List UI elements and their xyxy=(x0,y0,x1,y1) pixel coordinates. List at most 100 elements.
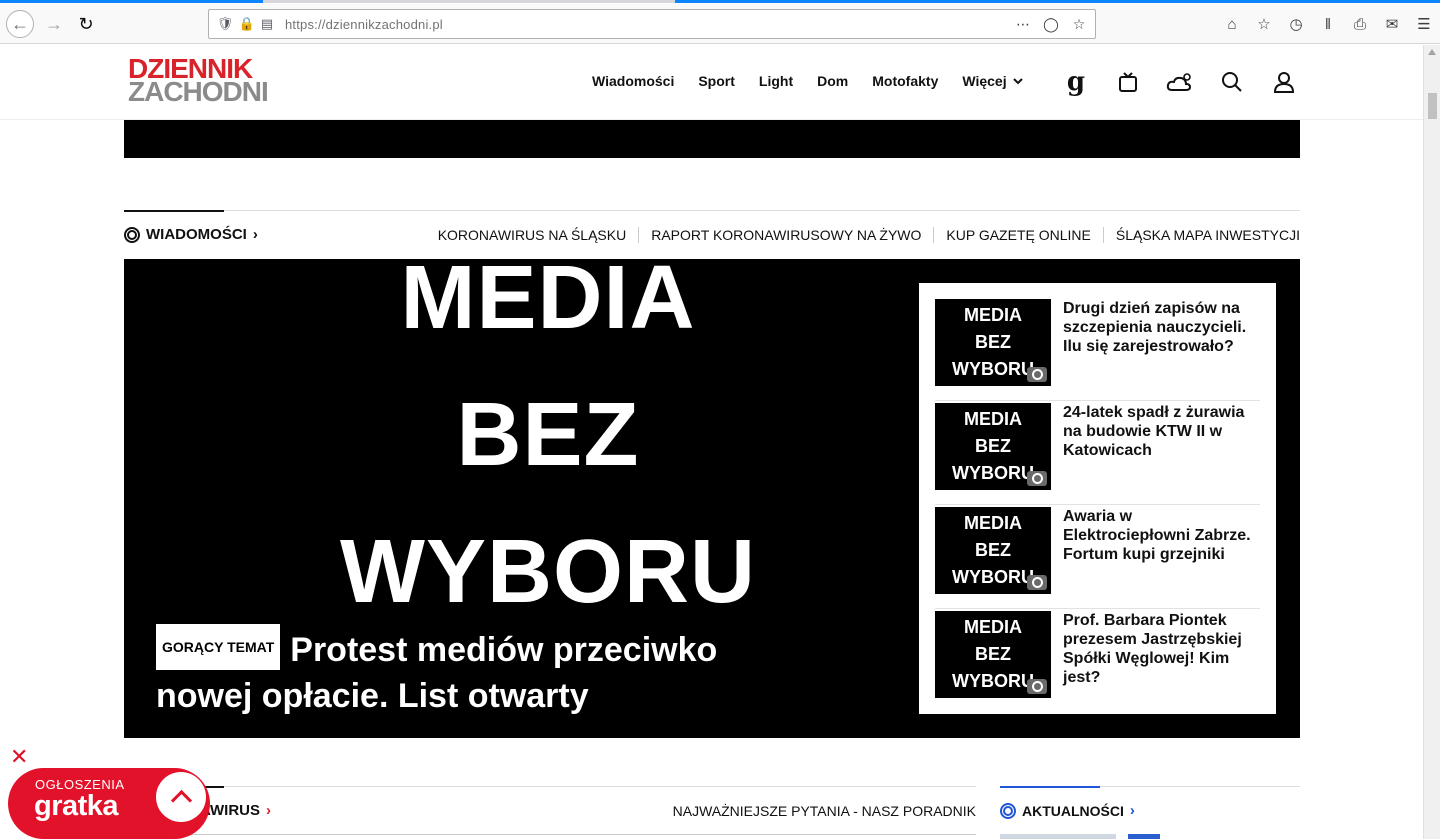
thumb-word: MEDIA xyxy=(964,409,1022,429)
hero-caption[interactable]: GORĄCY TEMAT Protest mediów przeciwko now… xyxy=(156,624,756,717)
mail-icon[interactable]: ✉ xyxy=(1376,12,1408,36)
library-icon[interactable]: ‖ xyxy=(1312,12,1344,36)
article-title[interactable]: Prof. Barbara Piontek prezesem Jastrzębs… xyxy=(1063,611,1263,687)
url-text[interactable]: https://dziennikzachodni.pl xyxy=(285,17,443,32)
content-edge xyxy=(124,834,976,839)
thumb-word: BEZ xyxy=(975,540,1011,560)
chevron-down-icon xyxy=(1012,78,1023,85)
gratka-brand: gratka xyxy=(34,790,119,822)
section-link[interactable]: KUP GAZETĘ ONLINE xyxy=(933,227,1102,243)
active-tab[interactable] xyxy=(263,0,675,3)
side-articles: MEDIA BEZ WYBORU Drugi dzień zapisów na … xyxy=(919,283,1276,714)
hero-image-word: BEZ xyxy=(456,385,640,485)
tab-indicator[interactable] xyxy=(0,0,263,3)
main-nav: Wiadomości Sport Light Dom Motofakty Wię… xyxy=(592,73,1047,89)
section-title[interactable]: WIADOMOŚCI › xyxy=(124,226,258,243)
thumb-word: MEDIA xyxy=(964,513,1022,533)
lock-icon[interactable]: 🔒 xyxy=(237,14,257,34)
bookmark-star-icon[interactable]: ☆ xyxy=(1069,14,1089,34)
section-title-label: AKTUALNOŚCI xyxy=(1022,802,1124,819)
section-title-label: WIADOMOŚCI xyxy=(146,226,247,243)
section-link[interactable]: RAPORT KORONAWIRUSOWY NA ŻYWO xyxy=(638,227,933,243)
nav-item-motofakty[interactable]: Motofakty xyxy=(872,73,938,89)
browser-toolbar: ← → ↻ 🛡 🔒 ▤ https://dziennikzachodni.pl … xyxy=(0,4,1440,44)
permissions-icon[interactable]: ▤ xyxy=(257,14,277,34)
home-icon[interactable]: ⌂ xyxy=(1216,12,1248,36)
section-link[interactable]: ŚLĄSKA MAPA INWESTYCJI xyxy=(1102,227,1300,243)
section-divider xyxy=(124,786,976,787)
print-icon[interactable]: ⎙ xyxy=(1344,12,1376,36)
thumb-word: BEZ xyxy=(975,436,1011,456)
nav-item-more[interactable]: Więcej xyxy=(962,73,1023,89)
site-logo[interactable]: DZIENNIK ZACHODNI xyxy=(128,55,269,107)
article-title[interactable]: 24-latek spadł z żurawia na budowie KTW … xyxy=(1063,403,1263,460)
logo-line-2: ZACHODNI xyxy=(128,75,269,107)
nav-item-light[interactable]: Light xyxy=(759,73,793,89)
target-icon xyxy=(124,226,140,243)
site-header: DZIENNIK ZACHODNI Wiadomości Sport Light… xyxy=(0,45,1423,120)
list-item[interactable]: MEDIA BEZ WYBORU Prof. Barbara Piontek p… xyxy=(935,609,1260,713)
thumb-word: MEDIA xyxy=(964,617,1022,637)
chevron-right-icon: › xyxy=(252,226,258,243)
article-thumbnail[interactable]: MEDIA BEZ WYBORU xyxy=(935,507,1051,594)
tab-indicator[interactable] xyxy=(675,0,1440,3)
g-logo-icon[interactable]: g xyxy=(1050,67,1102,97)
reload-button[interactable]: ↻ xyxy=(72,10,100,38)
nav-item-wiadomosci[interactable]: Wiadomości xyxy=(592,73,674,89)
camera-icon xyxy=(1027,471,1047,486)
section-title-aktualnosci[interactable]: AKTUALNOŚCI › xyxy=(1000,802,1135,819)
hero-article[interactable]: MEDIA BEZ WYBORU GORĄCY TEMAT Protest med… xyxy=(124,259,1300,738)
search-icon[interactable] xyxy=(1206,67,1258,97)
section-link[interactable]: NAJWAŻNIEJSZE PYTANIA - NASZ PORADNIK xyxy=(673,803,976,819)
hero-image-word: WYBORU xyxy=(340,522,756,622)
list-item[interactable]: MEDIA BEZ WYBORU Awaria w Elektrociepłow… xyxy=(935,505,1260,609)
back-button[interactable]: ← xyxy=(6,10,34,38)
article-thumbnail[interactable] xyxy=(1000,834,1116,839)
section-link[interactable]: KORONAWIRUS NA ŚLĄSKU xyxy=(426,227,639,243)
thumb-word: MEDIA xyxy=(964,305,1022,325)
list-item[interactable]: MEDIA BEZ WYBORU Drugi dzień zapisów na … xyxy=(935,297,1260,401)
section-links: KORONAWIRUS NA ŚLĄSKU RAPORT KORONAWIRUS… xyxy=(426,227,1300,243)
chevron-right-icon: › xyxy=(1129,802,1135,819)
nav-item-dom[interactable]: Dom xyxy=(817,73,848,89)
article-thumbnail[interactable]: MEDIA BEZ WYBORU xyxy=(935,403,1051,490)
close-icon[interactable]: ✕ xyxy=(10,744,28,770)
scroll-to-top-icon[interactable] xyxy=(156,772,206,822)
article-thumbnail[interactable] xyxy=(1128,834,1160,839)
article-title[interactable]: Awaria w Elektrociepłowni Zabrze. Fortum… xyxy=(1063,507,1263,564)
pocket-icon[interactable]: ◯ xyxy=(1041,14,1061,34)
weather-icon[interactable] xyxy=(1154,67,1206,97)
article-thumbnail[interactable]: MEDIA BEZ WYBORU xyxy=(935,299,1051,386)
scroll-up-arrow-icon[interactable] xyxy=(1428,49,1436,55)
article-title[interactable]: Drugi dzień zapisów na szczepienia naucz… xyxy=(1063,299,1263,356)
gratka-ad-widget[interactable]: OGŁOSZENIA gratka xyxy=(8,768,210,839)
tv-icon[interactable] xyxy=(1102,67,1154,97)
tracking-shield-icon[interactable]: 🛡 xyxy=(215,14,235,34)
thumb-word: BEZ xyxy=(975,644,1011,664)
nav-item-sport[interactable]: Sport xyxy=(698,73,735,89)
section-divider-accent xyxy=(1000,786,1100,788)
news-thumbnails xyxy=(1000,834,1300,839)
section-divider-accent xyxy=(124,210,224,212)
article-thumbnail[interactable]: MEDIA BEZ WYBORU xyxy=(935,611,1051,698)
hot-topic-badge: GORĄCY TEMAT xyxy=(156,624,281,671)
user-icon[interactable] xyxy=(1258,67,1310,97)
thumb-word: BEZ xyxy=(975,332,1011,352)
camera-icon xyxy=(1027,575,1047,590)
chevron-right-icon: › xyxy=(266,802,271,819)
camera-icon xyxy=(1027,679,1047,694)
bookmarks-icon[interactable]: ☆ xyxy=(1248,12,1280,36)
page-scrollbar[interactable] xyxy=(1423,45,1440,839)
forward-button[interactable]: → xyxy=(40,10,68,38)
hero-image-word: MEDIA xyxy=(400,259,696,348)
section-divider xyxy=(124,210,1300,211)
menu-icon[interactable]: ☰ xyxy=(1408,12,1440,36)
url-bar[interactable]: 🛡 🔒 ▤ https://dziennikzachodni.pl ⋯ ◯ ☆ xyxy=(208,9,1096,39)
list-item[interactable]: MEDIA BEZ WYBORU 24-latek spadł z żurawi… xyxy=(935,401,1260,505)
header-icons: g xyxy=(1050,67,1310,97)
page-actions-icon[interactable]: ⋯ xyxy=(1013,14,1033,34)
scrollbar-thumb[interactable] xyxy=(1428,93,1437,119)
nav-more-label: Więcej xyxy=(962,73,1007,89)
ad-banner[interactable] xyxy=(124,120,1300,158)
history-icon[interactable]: ◷ xyxy=(1280,12,1312,36)
